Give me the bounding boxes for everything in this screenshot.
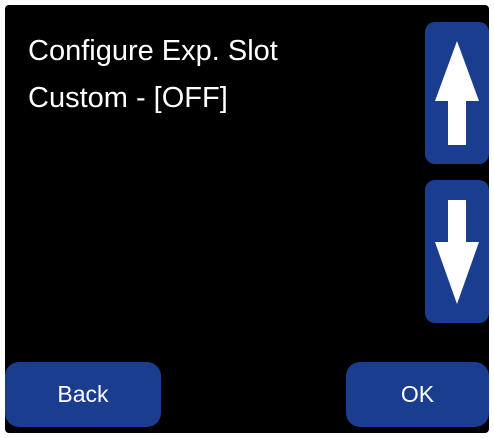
arrow-down-icon [435,199,479,304]
arrow-up-icon [435,41,479,145]
menu-option-value: Custom - [OFF] [28,82,228,114]
scroll-up-button[interactable] [425,22,489,164]
device-screen: Configure Exp. Slot Custom - [OFF] Back … [5,5,489,433]
back-button[interactable]: Back [5,362,161,427]
scroll-down-button[interactable] [425,180,489,323]
menu-title: Configure Exp. Slot [28,35,278,67]
ok-button[interactable]: OK [346,362,489,427]
